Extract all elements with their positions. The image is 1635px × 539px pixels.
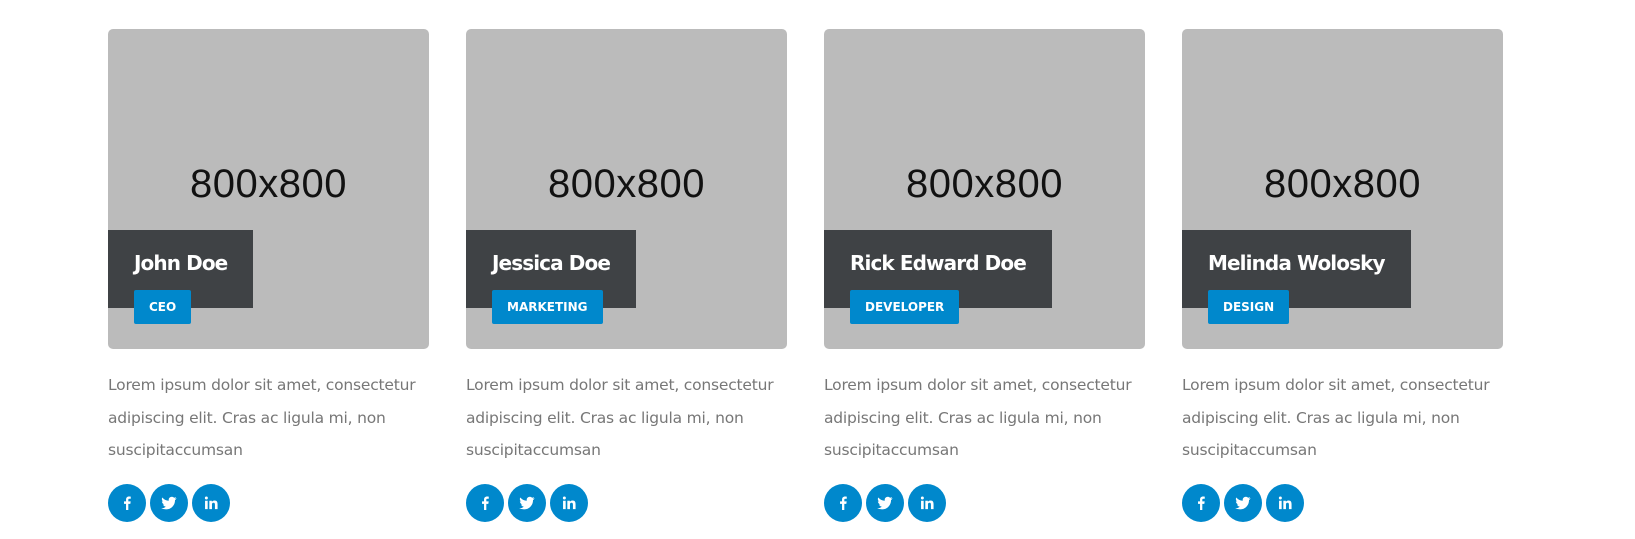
linkedin-icon: [920, 496, 934, 509]
twitter-icon: [1235, 496, 1251, 509]
role-badge: DEVELOPER: [850, 290, 960, 324]
member-photo: 800x800 Rick Edward Doe DEVELOPER: [824, 29, 1145, 349]
twitter-button[interactable]: [1224, 483, 1262, 522]
role-badge: MARKETING: [492, 290, 603, 324]
facebook-icon: [1198, 495, 1205, 510]
facebook-icon: [482, 495, 489, 510]
social-links: [824, 483, 1145, 522]
facebook-button[interactable]: [1182, 483, 1220, 522]
twitter-icon: [877, 496, 893, 509]
member-name: Rick Edward Doe: [850, 251, 1027, 275]
linkedin-icon: [1278, 496, 1292, 509]
twitter-button[interactable]: [508, 483, 546, 522]
social-links: [1182, 483, 1503, 522]
photo-placeholder-text: 800x800: [548, 162, 705, 206]
member-photo: 800x800 John Doe CEO: [108, 29, 429, 349]
team-member-card: 800x800 Rick Edward Doe DEVELOPER Lorem …: [824, 29, 1145, 522]
facebook-button[interactable]: [824, 483, 862, 522]
linkedin-button[interactable]: [908, 483, 946, 522]
linkedin-icon: [562, 496, 576, 509]
facebook-button[interactable]: [108, 483, 146, 522]
linkedin-button[interactable]: [1266, 483, 1304, 522]
linkedin-button[interactable]: [192, 483, 230, 522]
team-member-card: 800x800 John Doe CEO Lorem ipsum dolor s…: [108, 29, 429, 522]
role-badge: CEO: [134, 290, 192, 324]
member-bio: Lorem ipsum dolor sit amet, consectetur …: [1182, 376, 1490, 459]
linkedin-icon: [204, 496, 218, 509]
member-bio: Lorem ipsum dolor sit amet, consectetur …: [824, 376, 1132, 459]
photo-placeholder-text: 800x800: [906, 162, 1063, 206]
member-name: Melinda Wolosky: [1208, 251, 1386, 275]
team-member-card: 800x800 Jessica Doe MARKETING Lorem ipsu…: [466, 29, 787, 522]
photo-placeholder-text: 800x800: [1264, 162, 1421, 206]
photo-placeholder-text: 800x800: [190, 162, 347, 206]
linkedin-button[interactable]: [550, 483, 588, 522]
social-links: [108, 483, 429, 522]
member-photo: 800x800 Melinda Wolosky DESIGN: [1182, 29, 1503, 349]
social-links: [466, 483, 787, 522]
role-badge: DESIGN: [1208, 290, 1290, 324]
twitter-icon: [519, 496, 535, 509]
facebook-icon: [840, 495, 847, 510]
facebook-icon: [124, 495, 131, 510]
member-bio: Lorem ipsum dolor sit amet, consectetur …: [466, 376, 774, 459]
member-bio: Lorem ipsum dolor sit amet, consectetur …: [108, 376, 416, 459]
twitter-button[interactable]: [150, 483, 188, 522]
member-photo: 800x800 Jessica Doe MARKETING: [466, 29, 787, 349]
twitter-icon: [161, 496, 177, 509]
team-grid: 800x800 John Doe CEO Lorem ipsum dolor s…: [108, 29, 1503, 522]
facebook-button[interactable]: [466, 483, 504, 522]
team-member-card: 800x800 Melinda Wolosky DESIGN Lorem ips…: [1182, 29, 1503, 522]
twitter-button[interactable]: [866, 483, 904, 522]
member-name: Jessica Doe: [492, 251, 611, 275]
member-name: John Doe: [134, 251, 228, 275]
